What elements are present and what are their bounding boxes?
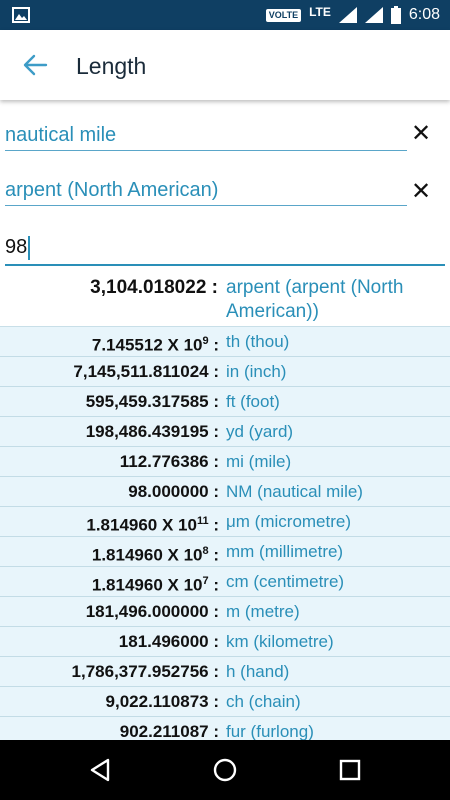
result-unit: m (metre) bbox=[226, 602, 300, 621]
result-unit: th (thou) bbox=[226, 332, 290, 351]
result-value-text: 98.000000 : bbox=[128, 482, 219, 501]
from-unit-field[interactable]: nautical mile bbox=[5, 120, 407, 151]
result-unit: fur (furlong) bbox=[226, 722, 314, 740]
nav-recents-icon[interactable] bbox=[337, 757, 363, 783]
result-unit: ft (foot) bbox=[226, 392, 280, 411]
value-input[interactable]: 98 bbox=[5, 232, 445, 266]
result-value: 9,022.110873 : bbox=[106, 687, 219, 716]
result-unit: in (inch) bbox=[226, 362, 287, 381]
result-value: 1,786,377.952756 : bbox=[72, 657, 219, 686]
result-row: 1,786,377.952756 : h (hand) bbox=[0, 657, 450, 687]
signal-icon-2 bbox=[364, 7, 383, 23]
clock: 6:08 bbox=[408, 6, 440, 23]
result-value-text: 1.814960 X 10 bbox=[91, 575, 203, 595]
app-bar: Length bbox=[0, 30, 450, 100]
result-value-text: 9,022.110873 : bbox=[105, 692, 219, 711]
result-value-text: 181.496000 : bbox=[118, 632, 219, 651]
result-value-text: 198,486.439195 : bbox=[85, 422, 219, 441]
result-value-text: 902.211087 : bbox=[119, 722, 219, 740]
result-value-text: 7,145,511.811024 : bbox=[73, 362, 219, 381]
result-value: 112.776386 : bbox=[120, 447, 219, 476]
result-exponent: 7 bbox=[202, 575, 209, 587]
navigation-bar bbox=[0, 740, 450, 800]
result-value-text: 181,496.000000 : bbox=[85, 602, 219, 621]
result-value: 181.496000 : bbox=[119, 627, 219, 656]
result-row: 98.000000 : NM (nautical mile) bbox=[0, 477, 450, 507]
result-unit: cm (centimetre) bbox=[226, 572, 345, 591]
result-row: 112.776386 : mi (mile) bbox=[0, 447, 450, 477]
result-unit: h (hand) bbox=[226, 662, 290, 681]
main-result-unit: arpent (arpent (North American)) bbox=[226, 277, 404, 322]
result-exponent: 11 bbox=[196, 515, 209, 527]
result-row: 1.814960 X 108 : mm (millimetre) bbox=[0, 537, 450, 567]
main-result-value: 3,104.018022 : bbox=[90, 277, 218, 298]
result-unit: ch (chain) bbox=[226, 692, 301, 711]
result-value: 902.211087 : bbox=[120, 717, 219, 740]
result-unit: km (kilometre) bbox=[226, 632, 334, 651]
result-value-text: 1.814960 X 10 bbox=[86, 515, 197, 535]
main-result: 3,104.018022 : arpent (arpent (North Ame… bbox=[0, 270, 450, 327]
image-icon bbox=[12, 7, 30, 23]
result-exponent: 9 bbox=[202, 335, 209, 347]
result-unit: NM (nautical mile) bbox=[226, 482, 363, 501]
result-value: 198,486.439195 : bbox=[86, 417, 219, 446]
result-unit: μm (micrometre) bbox=[226, 512, 352, 531]
result-row: 7,145,511.811024 : in (inch) bbox=[0, 357, 450, 387]
signal-icon bbox=[338, 7, 357, 23]
volte-badge: VOLTE bbox=[265, 8, 302, 22]
result-unit: yd (yard) bbox=[226, 422, 294, 441]
result-value: 181,496.000000 : bbox=[86, 597, 219, 626]
result-value-text: 1,786,377.952756 : bbox=[71, 662, 219, 681]
page-title: Length bbox=[76, 53, 147, 79]
result-value: 1.814960 X 107 : bbox=[91, 575, 219, 595]
to-unit-field[interactable]: arpent (North American) bbox=[5, 175, 407, 206]
result-row: 181,496.000000 : m (metre) bbox=[0, 597, 450, 627]
result-exponent: 8 bbox=[202, 545, 209, 557]
result-row: 1.814960 X 107 : cm (centimetre) bbox=[0, 567, 450, 597]
result-value: 1.814960 X 108 : bbox=[91, 545, 219, 565]
result-value: 1.814960 X 1011 : bbox=[86, 515, 219, 535]
battery-icon bbox=[390, 6, 401, 24]
result-unit: mi (mile) bbox=[226, 452, 292, 471]
nav-back-icon[interactable] bbox=[88, 757, 114, 783]
result-row: 595,459.317585 : ft (foot) bbox=[0, 387, 450, 417]
result-row: 1.814960 X 1011 : μm (micrometre) bbox=[0, 507, 450, 537]
clear-icon[interactable]: ✕ bbox=[408, 121, 434, 147]
text-caret bbox=[28, 235, 31, 260]
result-row: 902.211087 : fur (furlong) bbox=[0, 717, 450, 740]
result-value-text: 595,459.317585 : bbox=[85, 392, 219, 411]
result-value-text: 112.776386 : bbox=[119, 452, 219, 471]
result-row: 7.145512 X 109 : th (thou) bbox=[0, 327, 450, 357]
result-unit: mm (millimetre) bbox=[226, 542, 344, 561]
result-row: 9,022.110873 : ch (chain) bbox=[0, 687, 450, 717]
result-value: 595,459.317585 : bbox=[86, 387, 219, 416]
status-bar: VOLTE LTE 6:08 bbox=[0, 0, 450, 30]
result-row: 181.496000 : km (kilometre) bbox=[0, 627, 450, 657]
result-value: 7.145512 X 109 : bbox=[91, 335, 219, 355]
results-list[interactable]: 7.145512 X 109 : th (thou) 7,145,511.81102… bbox=[0, 327, 450, 740]
back-arrow-icon[interactable] bbox=[22, 52, 48, 78]
result-value-text: 7.145512 X 10 bbox=[91, 335, 203, 355]
result-value: 98.000000 : bbox=[128, 477, 219, 506]
clear-icon[interactable]: ✕ bbox=[408, 179, 434, 205]
lte-indicator: LTE bbox=[309, 5, 331, 19]
result-value-text: 1.814960 X 10 bbox=[91, 545, 203, 565]
nav-home-icon[interactable] bbox=[212, 757, 238, 783]
result-value: 7,145,511.811024 : bbox=[73, 357, 219, 386]
value-text: 98 bbox=[5, 236, 28, 258]
result-row: 198,486.439195 : yd (yard) bbox=[0, 417, 450, 447]
